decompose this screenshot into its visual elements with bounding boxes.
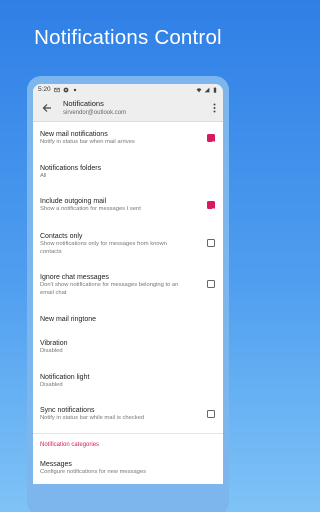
setting-messages-category[interactable]: Messages Configure notifications for new… <box>40 460 215 477</box>
setting-title: Include outgoing mail <box>40 198 107 205</box>
check-icon <box>208 140 214 146</box>
sync-notifications-checkbox[interactable] <box>207 410 215 418</box>
setting-new-mail-ringtone[interactable]: New mail ringtone <box>40 315 215 324</box>
page-title: Notifications <box>63 99 104 108</box>
setting-title: New mail ringtone <box>40 316 97 323</box>
setting-subtitle: Don't show notifications for messages be… <box>40 282 179 296</box>
include-outgoing-mail-checkbox[interactable] <box>207 201 215 213</box>
setting-title: Notifications folders <box>40 165 102 172</box>
setting-subtitle: All <box>40 173 47 179</box>
app-bar: Notifications sirvendor@outlook.com <box>33 95 223 122</box>
setting-sync-notifications[interactable]: Sync notifications Notify in status bar … <box>40 406 215 423</box>
setting-notification-light[interactable]: Notification light Disabled <box>40 373 215 390</box>
mail-icon <box>53 87 60 92</box>
dot-icon <box>73 88 76 91</box>
setting-subtitle: Configure notifications for new messages <box>40 469 147 475</box>
setting-title: Vibration <box>40 340 68 347</box>
setting-subtitle: Show a notification for messages I sent <box>40 206 141 212</box>
setting-title: Contacts only <box>40 233 83 240</box>
ignore-chat-messages-checkbox[interactable] <box>207 280 215 288</box>
signal-icon <box>204 87 210 92</box>
settings-status-icon <box>63 87 69 92</box>
new-mail-notifications-checkbox[interactable] <box>207 134 215 146</box>
setting-title: Ignore chat messages <box>40 274 109 281</box>
setting-title: Messages <box>40 461 72 468</box>
more-vert-icon <box>213 103 215 113</box>
contacts-only-checkbox[interactable] <box>207 239 215 247</box>
setting-ignore-chat-messages[interactable]: Ignore chat messages Don't show notifica… <box>40 273 215 297</box>
setting-notifications-folders[interactable]: Notifications folders All <box>40 164 215 181</box>
setting-title: Sync notifications <box>40 407 95 414</box>
arrow-back-icon <box>42 104 51 112</box>
setting-new-mail-notifications[interactable]: New mail notifications Notify in status … <box>40 130 215 147</box>
account-email: sirvendor@outlook.com <box>63 110 127 116</box>
promo-title: Notifications Control <box>34 26 222 49</box>
setting-contacts-only[interactable]: Contacts only Show notifications only fo… <box>40 232 215 256</box>
setting-subtitle: Disabled <box>40 382 63 388</box>
setting-subtitle: Show notifications only for messages fro… <box>40 241 167 255</box>
setting-subtitle: Notify in status bar when mail arrives <box>40 139 135 145</box>
status-time: 5:20 <box>38 86 51 93</box>
setting-title: New mail notifications <box>40 131 108 138</box>
setting-title: Notification light <box>40 374 90 381</box>
overflow-menu-button[interactable] <box>209 100 219 116</box>
phone-screen: 5:20 Notifications sirvendor@outlook.com… <box>33 84 223 484</box>
section-divider <box>33 433 223 434</box>
setting-subtitle: Disabled <box>40 348 63 354</box>
back-button[interactable] <box>39 100 55 116</box>
battery-icon <box>213 86 217 93</box>
category-header: Notification categories <box>40 442 100 448</box>
status-bar: 5:20 <box>33 84 223 95</box>
wifi-icon <box>196 87 202 92</box>
check-icon <box>208 207 214 213</box>
setting-subtitle: Notify in status bar while mail is check… <box>40 415 145 421</box>
setting-include-outgoing-mail[interactable]: Include outgoing mail Show a notificatio… <box>40 197 215 214</box>
setting-vibration[interactable]: Vibration Disabled <box>40 339 215 356</box>
